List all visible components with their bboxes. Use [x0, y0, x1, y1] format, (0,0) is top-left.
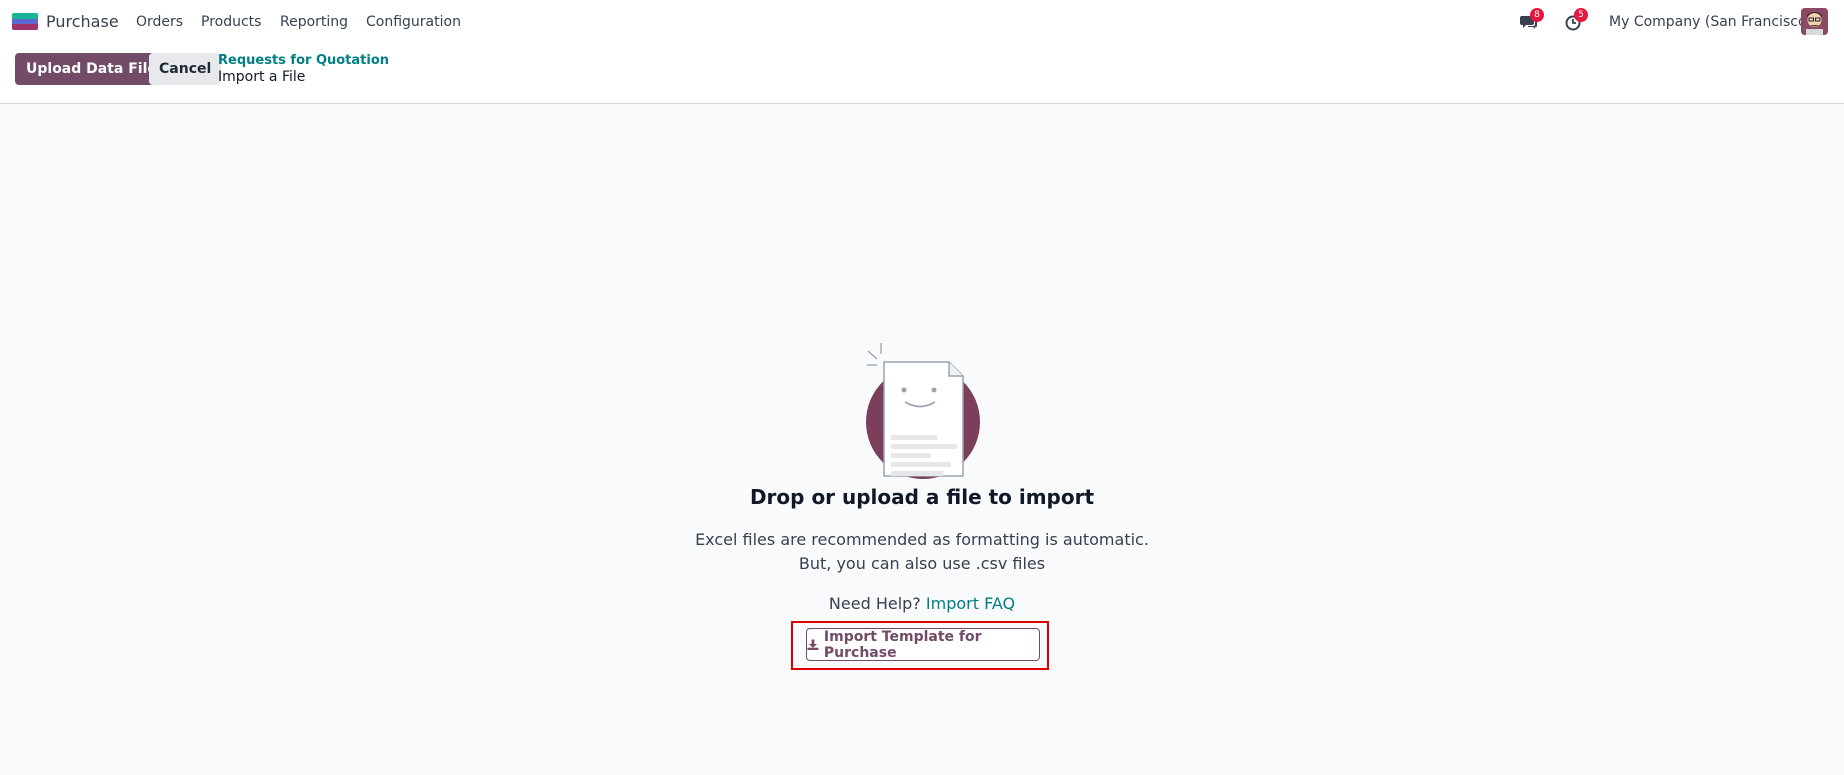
- help-row: Need Help? Import FAQ: [0, 594, 1844, 613]
- description-line-2: But, you can also use .csv files: [798, 554, 1046, 573]
- import-template-label: Import Template for Purchase: [823, 628, 982, 661]
- company-switcher[interactable]: My Company (San Francisco): [1609, 14, 1812, 30]
- cancel-button[interactable]: Cancel: [149, 53, 222, 85]
- menu-reporting[interactable]: Reporting: [280, 14, 348, 30]
- smiling-document-illustration: [862, 340, 982, 480]
- messages-icon[interactable]: 8: [1520, 8, 1544, 31]
- top-navbar: Purchase Orders Products Reporting Confi…: [0, 0, 1844, 44]
- menu-orders[interactable]: Orders: [136, 14, 183, 30]
- description-line-1: Excel files are recommended as formattin…: [695, 530, 1149, 549]
- user-avatar[interactable]: [1801, 8, 1828, 35]
- help-prefix: Need Help?: [828, 594, 921, 613]
- import-template-button[interactable]: Import Template for Purchase: [806, 628, 1040, 661]
- app-name[interactable]: Purchase: [46, 12, 119, 31]
- activities-clock-icon[interactable]: 5: [1564, 8, 1588, 31]
- menu-configuration[interactable]: Configuration: [366, 14, 461, 30]
- download-icon: [807, 639, 819, 650]
- breadcrumb-parent[interactable]: Requests for Quotation: [218, 53, 389, 68]
- menu-products[interactable]: Products: [201, 14, 261, 30]
- breadcrumb-current: Import a File: [218, 69, 306, 85]
- import-faq-link[interactable]: Import FAQ: [926, 594, 1015, 613]
- drop-title: Drop or upload a file to import: [749, 485, 1095, 509]
- control-panel: Upload Data File Cancel Requests for Quo…: [0, 44, 1844, 104]
- activities-badge: 5: [1574, 8, 1588, 22]
- app-menu-icon[interactable]: [12, 13, 38, 30]
- upload-data-file-button[interactable]: Upload Data File: [15, 53, 168, 85]
- messages-badge: 8: [1530, 8, 1544, 22]
